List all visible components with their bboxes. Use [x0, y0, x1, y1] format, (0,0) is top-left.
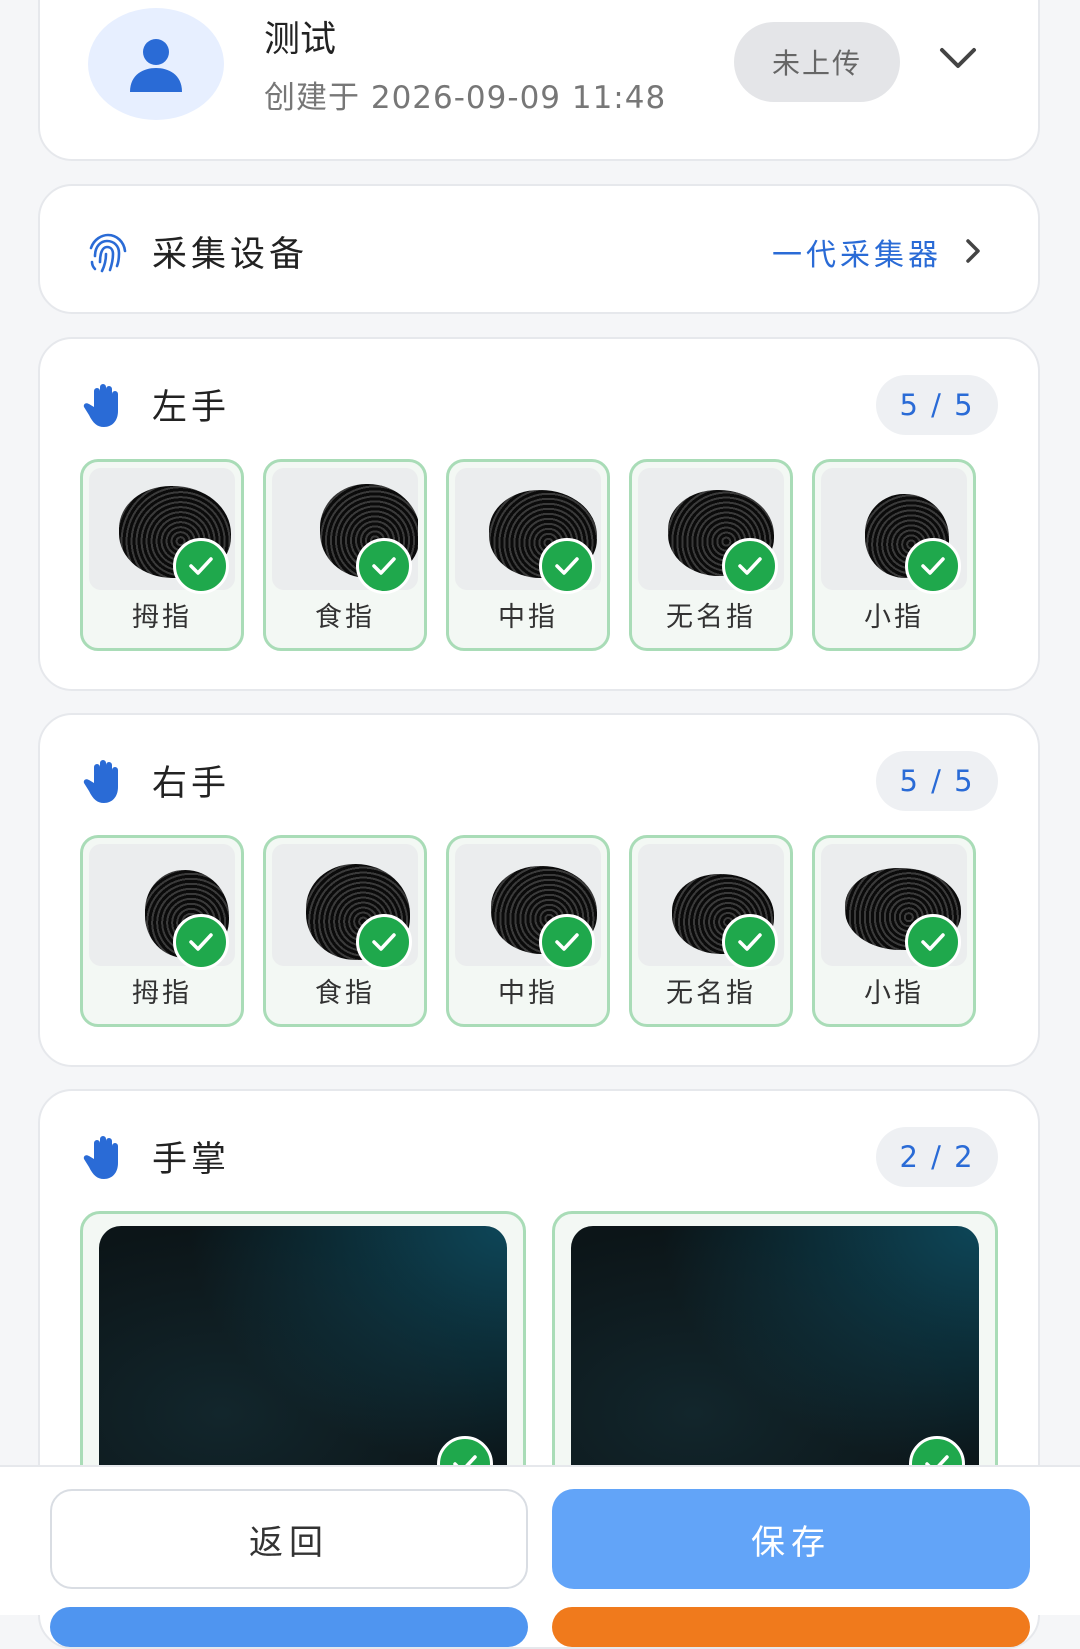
check-icon — [905, 538, 961, 594]
finger-label: 小指 — [864, 602, 924, 633]
finger-label: 食指 — [315, 602, 375, 633]
avatar — [88, 8, 224, 120]
hand-icon — [83, 760, 118, 803]
section-title: 手掌 — [152, 1140, 231, 1180]
profile-name: 测试 — [264, 19, 337, 60]
finger-row: 拇指 食指 中指 无名指 小指 — [80, 459, 1002, 651]
right-hand-section: 右手 5 / 5 拇指 食指 中指 无名指 小指 — [38, 713, 1040, 1067]
finger-tile-thumb[interactable]: 拇指 — [80, 459, 244, 651]
profile-card[interactable]: 测试 创建于 2026-09-09 11:48 未上传 — [38, 0, 1040, 161]
finger-tile-thumb[interactable]: 拇指 — [80, 835, 244, 1027]
finger-tile-middle[interactable]: 中指 — [446, 835, 610, 1027]
device-value[interactable]: 一代采集器 — [772, 230, 942, 274]
back-button[interactable]: 返回 — [50, 1489, 528, 1589]
section-title: 右手 — [152, 764, 231, 804]
finger-tile-index[interactable]: 食指 — [263, 835, 427, 1027]
upload-status-badge: 未上传 — [734, 22, 900, 102]
chevron-right-icon[interactable] — [964, 238, 982, 264]
finger-label: 中指 — [498, 602, 558, 633]
finger-row: 拇指 食指 中指 无名指 小指 — [80, 835, 1002, 1027]
person-icon — [130, 39, 182, 92]
secondary-button-partial[interactable] — [50, 1607, 528, 1647]
finger-tile-ring[interactable]: 无名指 — [629, 835, 793, 1027]
check-icon — [722, 538, 778, 594]
finger-tile-little[interactable]: 小指 — [812, 459, 976, 651]
check-icon — [173, 538, 229, 594]
device-selector[interactable]: 采集设备 一代采集器 — [38, 184, 1040, 314]
finger-tile-index[interactable]: 食指 — [263, 459, 427, 651]
finger-label: 中指 — [498, 978, 558, 1009]
check-icon — [173, 914, 229, 970]
capture-count-badge: 2 / 2 — [876, 1127, 998, 1187]
finger-label: 无名指 — [666, 602, 756, 633]
left-hand-section: 左手 5 / 5 拇指 食指 中指 无名指 小指 — [38, 337, 1040, 691]
check-icon — [356, 914, 412, 970]
check-icon — [722, 914, 778, 970]
capture-count-badge: 5 / 5 — [876, 375, 998, 435]
finger-label: 拇指 — [132, 978, 192, 1009]
fingerprint-icon — [89, 233, 127, 273]
finger-label: 拇指 — [132, 602, 192, 633]
finger-tile-little[interactable]: 小指 — [812, 835, 976, 1027]
hand-icon — [83, 384, 118, 427]
finger-tile-ring[interactable]: 无名指 — [629, 459, 793, 651]
check-icon — [905, 914, 961, 970]
finger-tile-middle[interactable]: 中指 — [446, 459, 610, 651]
finger-label: 无名指 — [666, 978, 756, 1009]
capture-count-badge: 5 / 5 — [876, 751, 998, 811]
section-title: 左手 — [152, 388, 231, 428]
chevron-down-icon[interactable] — [938, 46, 978, 72]
tertiary-button-partial[interactable] — [552, 1607, 1030, 1647]
finger-label: 小指 — [864, 978, 924, 1009]
check-icon — [539, 914, 595, 970]
created-timestamp: 创建于 2026-09-09 11:48 — [264, 80, 667, 116]
check-icon — [356, 538, 412, 594]
finger-label: 食指 — [315, 978, 375, 1009]
check-icon — [539, 538, 595, 594]
bottom-action-bar: 返回 保存 — [0, 1465, 1080, 1647]
save-button[interactable]: 保存 — [552, 1489, 1030, 1589]
hand-icon — [83, 1136, 118, 1179]
device-label: 采集设备 — [152, 235, 309, 275]
